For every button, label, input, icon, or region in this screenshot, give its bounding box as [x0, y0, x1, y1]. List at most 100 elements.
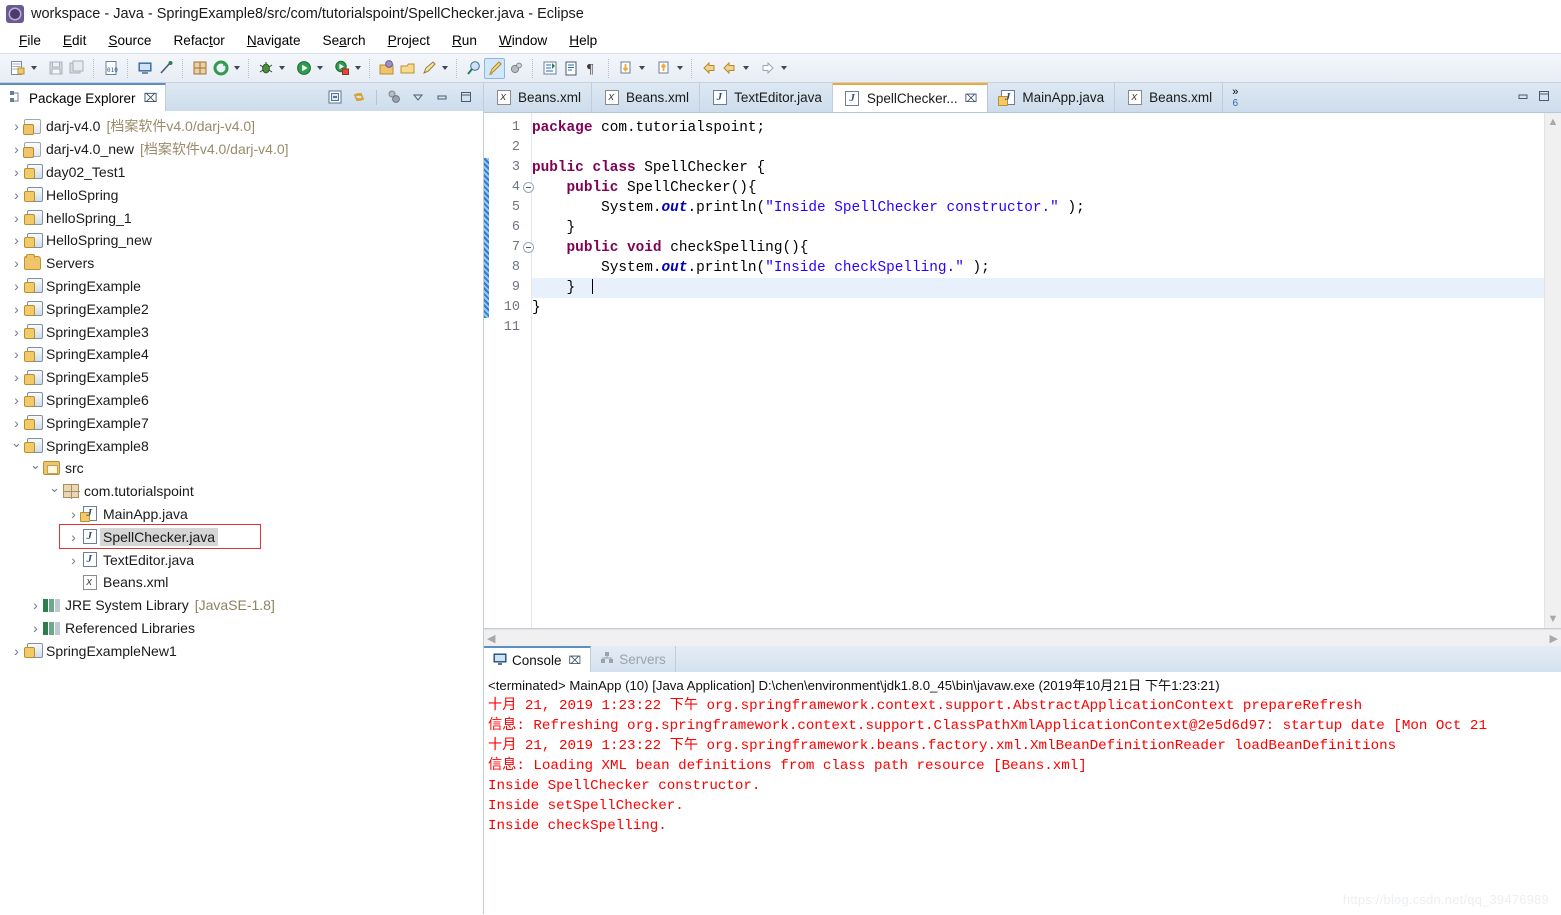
chevron-right-icon[interactable]	[10, 229, 23, 251]
next-annotation-dropdown[interactable]	[636, 58, 647, 79]
search-icon[interactable]	[463, 58, 484, 79]
chevron-right-icon[interactable]	[10, 640, 23, 662]
tree-item[interactable]: JRE System Library [JavaSE-1.8]	[0, 594, 483, 617]
tree-item[interactable]: Referenced Libraries	[0, 617, 483, 640]
tree-item[interactable]: Servers	[0, 252, 483, 275]
next-annotation-icon[interactable]	[615, 58, 636, 79]
chevron-down-icon[interactable]	[29, 457, 42, 479]
console-tab[interactable]: Servers	[591, 646, 676, 672]
tree-item[interactable]: SpellChecker.java	[0, 524, 483, 550]
menu-file[interactable]: File	[8, 31, 52, 50]
chevron-right-icon[interactable]	[29, 594, 42, 616]
view-menu-icon[interactable]	[383, 87, 405, 107]
chevron-right-icon[interactable]	[10, 412, 23, 434]
external-tools-dropdown[interactable]	[352, 58, 363, 79]
minimize-icon[interactable]	[431, 87, 453, 107]
tree-item[interactable]: SpringExample	[0, 275, 483, 298]
new-wizard-icon[interactable]	[7, 58, 28, 79]
tree-item[interactable]: darj-v4.0_new [档案软件v4.0/darj-v4.0]	[0, 138, 483, 161]
tree-item[interactable]: SpringExample8	[0, 434, 483, 457]
show-whitespace-icon[interactable]	[560, 58, 581, 79]
code-editor[interactable]: 1 2 3 4 5 6 7 8 9 10 11 package com.tutorialspoint…	[484, 113, 1561, 629]
menu-navigate[interactable]: Navigate	[236, 31, 312, 50]
tree-item[interactable]: HelloSpring	[0, 183, 483, 206]
tab-package-explorer[interactable]: Package Explorer ⌧	[0, 83, 167, 111]
editor-tab[interactable]: Beans.xml	[1115, 83, 1224, 112]
back-icon[interactable]	[698, 58, 719, 79]
tree-item[interactable]: TextEditor.java	[0, 548, 483, 571]
chevron-right-icon[interactable]	[67, 503, 80, 525]
tree-item[interactable]: helloSpring_1	[0, 206, 483, 229]
tree-item[interactable]: day02_Test1	[0, 161, 483, 184]
previous-annotation-icon[interactable]	[653, 58, 674, 79]
toggle-block-selection-icon[interactable]: ¶	[581, 58, 602, 79]
editor-tab[interactable]: MainApp.java	[988, 83, 1116, 112]
refresh-dropdown[interactable]	[231, 58, 242, 79]
editor-horizontal-scrollbar[interactable]: ◀ ▶	[484, 629, 1561, 646]
menu-refactor[interactable]: Refactor	[162, 31, 235, 50]
tree-item[interactable]: SpringExample4	[0, 343, 483, 366]
chevron-right-icon[interactable]	[67, 526, 80, 548]
maximize-icon[interactable]	[455, 87, 477, 107]
highlight-icon[interactable]	[484, 57, 505, 79]
skip-breakpoints-icon[interactable]	[505, 58, 526, 79]
chevron-right-icon[interactable]	[10, 115, 23, 137]
save-all-icon[interactable]	[66, 58, 87, 79]
tree-item[interactable]: SpringExample6	[0, 389, 483, 412]
previous-annotation-dropdown[interactable]	[674, 58, 685, 79]
chevron-right-icon[interactable]	[10, 184, 23, 206]
chevron-right-icon[interactable]	[10, 252, 23, 274]
maximize-icon[interactable]	[1537, 89, 1551, 106]
console-tab[interactable]: Console ⌧	[484, 646, 592, 672]
menu-edit[interactable]: Edit	[52, 31, 97, 50]
chevron-right-icon[interactable]	[67, 549, 80, 571]
chevron-right-icon[interactable]	[10, 138, 23, 160]
run-dropdown[interactable]	[314, 58, 325, 79]
chevron-down-icon[interactable]	[10, 435, 23, 457]
chevron-right-icon[interactable]	[10, 298, 23, 320]
tree-item[interactable]: MainApp.java	[0, 503, 483, 526]
close-icon[interactable]: ⌧	[569, 654, 582, 667]
collapse-all-icon[interactable]	[324, 87, 346, 107]
tree-item[interactable]: SpringExampleNew1	[0, 639, 483, 662]
tree-item[interactable]: HelloSpring_new	[0, 229, 483, 252]
project-tree[interactable]: darj-v4.0[档案软件v4.0/darj-v4.0]darj-v4.0_n…	[0, 111, 483, 914]
chevron-right-icon[interactable]	[10, 207, 23, 229]
back-dropdown[interactable]	[740, 58, 751, 79]
editor-vertical-scrollbar[interactable]: ▲ ▼	[1544, 113, 1561, 628]
open-perspective-icon[interactable]	[376, 58, 397, 79]
chevron-right-icon[interactable]	[10, 321, 23, 343]
menu-source[interactable]: Source	[97, 31, 162, 50]
chevron-down-icon[interactable]	[48, 480, 61, 502]
forward-icon[interactable]	[757, 58, 778, 79]
run-external-tools-icon[interactable]	[331, 58, 352, 79]
chevron-right-icon[interactable]	[10, 161, 23, 183]
new-annotation-icon[interactable]	[418, 58, 439, 79]
tree-item[interactable]: SpringExample3	[0, 320, 483, 343]
menu-project[interactable]: Project	[377, 31, 441, 50]
chevron-right-icon[interactable]	[10, 366, 23, 388]
chevron-right-icon[interactable]	[10, 275, 23, 297]
tree-item[interactable]: SpringExample2	[0, 297, 483, 320]
tree-item[interactable]: com.tutorialspoint	[0, 480, 483, 503]
open-type-icon[interactable]	[134, 58, 155, 79]
scroll-right-icon[interactable]: ▶	[1550, 632, 1558, 645]
tree-item[interactable]: src	[0, 457, 483, 480]
chevron-down-icon[interactable]	[407, 87, 429, 107]
menu-run[interactable]: Run	[441, 31, 488, 50]
tree-item[interactable]: SpringExample5	[0, 366, 483, 389]
tree-item[interactable]: Beans.xml	[0, 571, 483, 594]
save-icon[interactable]	[45, 58, 66, 79]
link-with-editor-icon[interactable]	[348, 87, 370, 107]
menu-help[interactable]: Help	[558, 31, 608, 50]
refresh-icon[interactable]	[210, 58, 231, 79]
debug-icon[interactable]	[255, 58, 276, 79]
next-edit-location-icon[interactable]	[539, 58, 560, 79]
console-output[interactable]: <terminated> MainApp (10) [Java Applicat…	[484, 672, 1561, 914]
tree-item[interactable]: SpringExample7	[0, 411, 483, 434]
editor-tab[interactable]: Beans.xml	[592, 83, 701, 112]
forward-dropdown[interactable]	[778, 58, 789, 79]
run-icon[interactable]	[293, 58, 314, 79]
open-task-icon[interactable]	[397, 58, 418, 79]
editor-tab[interactable]: TextEditor.java	[700, 83, 833, 112]
